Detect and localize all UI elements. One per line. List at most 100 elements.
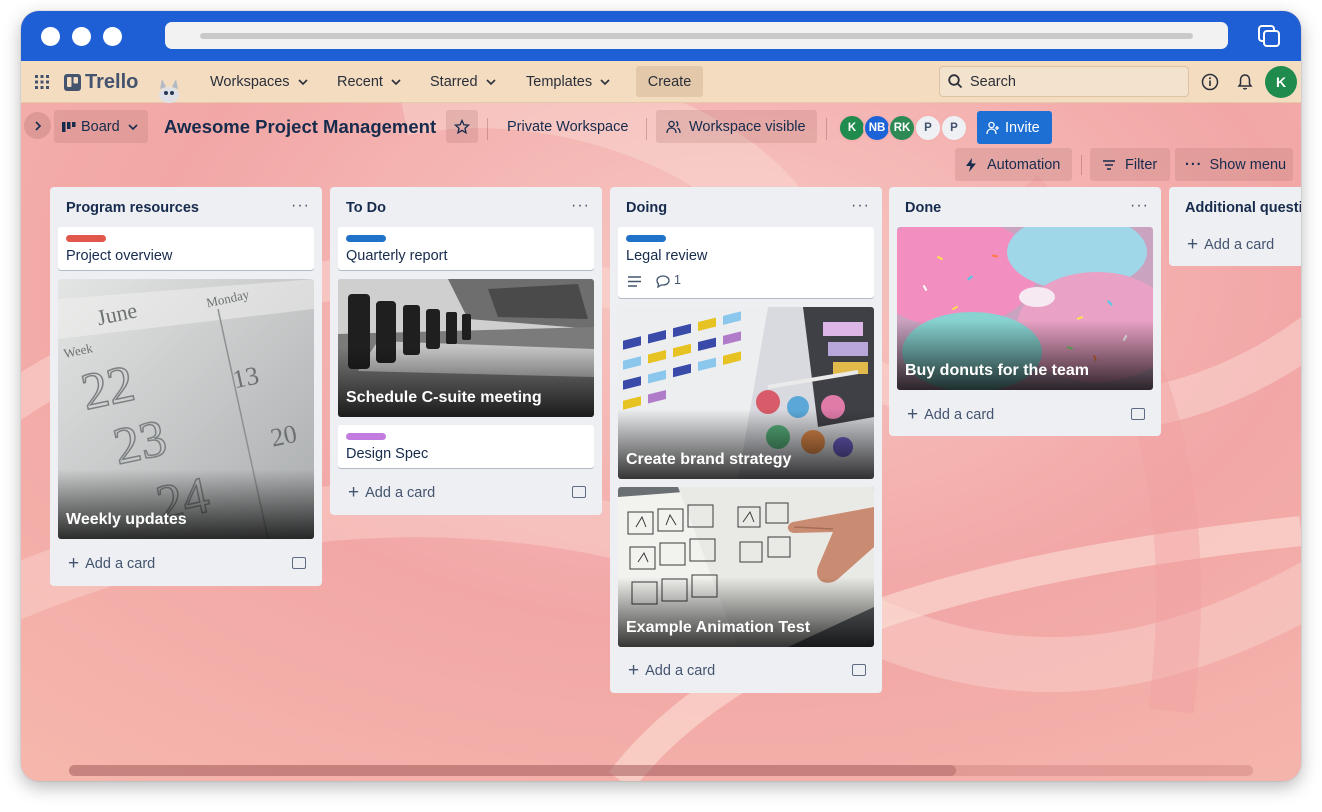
trello-logo-icon: [64, 73, 81, 91]
logo-text: Trello: [85, 70, 139, 93]
card-title: Buy donuts for the team: [905, 362, 1090, 379]
list-title[interactable]: To Do: [346, 200, 386, 216]
card-template-icon[interactable]: [852, 664, 866, 676]
add-card-label: Add a card: [1204, 236, 1275, 253]
automation-button[interactable]: Automation: [955, 148, 1072, 181]
card-template-icon[interactable]: [1131, 408, 1145, 420]
add-card-button[interactable]: + Add a card: [907, 405, 994, 424]
list-menu-icon[interactable]: ···: [571, 197, 590, 215]
nav-templates[interactable]: Templates: [526, 61, 611, 103]
comment-icon: [656, 275, 670, 288]
lightning-icon: [966, 157, 976, 172]
card-template-icon[interactable]: [572, 486, 586, 498]
comment-count: 1: [674, 273, 681, 287]
user-avatar[interactable]: K: [1265, 66, 1297, 98]
list-title[interactable]: Doing: [626, 200, 667, 216]
chevron-down-icon: [485, 79, 496, 86]
card-example-animation-test[interactable]: Example Animation Test: [618, 487, 874, 647]
visibility-label: Workspace visible: [689, 118, 806, 135]
visibility-button[interactable]: Workspace visible: [656, 110, 817, 143]
separator: [826, 118, 827, 140]
member-avatar[interactable]: NB: [863, 114, 891, 142]
list-done: Done ··· Buy donuts for the team + Add a…: [889, 187, 1161, 436]
card-title: Weekly updates: [66, 511, 187, 528]
member-avatar[interactable]: P: [940, 114, 968, 142]
search-icon: [948, 74, 963, 89]
add-card-button[interactable]: + Add a card: [628, 661, 715, 680]
tabs-overview-icon[interactable]: [1257, 24, 1281, 48]
invite-button[interactable]: Invite: [977, 111, 1052, 144]
nav-recent[interactable]: Recent: [337, 61, 402, 103]
list-program-resources: Program resources ··· Project overview 2…: [50, 187, 322, 586]
add-card-label: Add a card: [85, 555, 156, 572]
plus-icon: +: [1187, 234, 1199, 255]
show-menu-button[interactable]: ··· Show menu: [1175, 148, 1293, 181]
people-icon: [666, 120, 681, 133]
list-menu-icon[interactable]: ···: [851, 197, 870, 215]
list-title[interactable]: Additional questi: [1185, 200, 1301, 216]
card-title: Schedule C-suite meeting: [346, 389, 542, 406]
nav-starred-label: Starred: [430, 74, 478, 90]
card-buy-donuts[interactable]: Buy donuts for the team: [897, 227, 1153, 390]
board-view-icon: [62, 121, 76, 132]
list-additional-questions: Additional questi + Add a card: [1169, 187, 1301, 266]
add-card-label: Add a card: [645, 662, 716, 679]
invite-label: Invite: [1005, 119, 1040, 136]
chevron-down-icon: [600, 79, 610, 86]
card-design-spec[interactable]: Design Spec: [338, 425, 594, 468]
separator: [1081, 155, 1082, 175]
search-input[interactable]: Search: [939, 66, 1189, 97]
workspace-name-button[interactable]: Private Workspace: [507, 110, 628, 143]
window-minimize-button[interactable]: [72, 27, 91, 46]
create-button[interactable]: Create: [636, 66, 703, 97]
address-bar[interactable]: [165, 22, 1228, 49]
card-title: Legal review: [626, 248, 708, 264]
list-menu-icon[interactable]: ···: [1130, 197, 1149, 215]
grid-icon[interactable]: [35, 75, 49, 89]
notification-bell-icon[interactable]: [1236, 73, 1254, 91]
card-title: Design Spec: [346, 446, 429, 462]
card-title: Project overview: [66, 248, 173, 264]
list-to-do: To Do ··· Quarterly report Schedule C-su…: [330, 187, 602, 515]
info-icon[interactable]: [1201, 73, 1219, 91]
card-schedule-c-suite-meeting[interactable]: Schedule C-suite meeting: [338, 279, 594, 417]
plus-icon: +: [348, 482, 360, 503]
member-avatar[interactable]: P: [914, 114, 942, 142]
card-weekly-updates[interactable]: 22 23 24 June Week Monday 13 20 Weekly u…: [58, 279, 314, 539]
add-card-button[interactable]: + Add a card: [1187, 235, 1274, 254]
trello-logo[interactable]: Trello: [64, 61, 138, 103]
filter-button[interactable]: Filter: [1090, 148, 1170, 181]
card-label-blue: [346, 235, 386, 242]
card-project-overview[interactable]: Project overview: [58, 227, 314, 270]
list-title[interactable]: Done: [905, 200, 941, 216]
automation-label: Automation: [987, 156, 1061, 173]
window-maximize-button[interactable]: [103, 27, 122, 46]
board-title[interactable]: Awesome Project Management: [164, 110, 436, 143]
app-header: Trello Workspaces Recent Starred Templat…: [21, 61, 1301, 103]
card-create-brand-strategy[interactable]: Create brand strategy: [618, 307, 874, 479]
plus-icon: +: [68, 553, 80, 574]
window-close-button[interactable]: [41, 27, 60, 46]
list-menu-icon[interactable]: ···: [291, 197, 310, 215]
horizontal-scrollbar-thumb[interactable]: [69, 765, 956, 776]
add-card-button[interactable]: + Add a card: [348, 483, 435, 502]
separator: [487, 118, 488, 140]
nav-starred[interactable]: Starred: [430, 61, 497, 103]
board-view-label: Board: [81, 118, 120, 135]
card-legal-review[interactable]: Legal review 1: [618, 227, 874, 298]
card-quarterly-report[interactable]: Quarterly report: [338, 227, 594, 270]
member-avatar[interactable]: RK: [888, 114, 916, 142]
nav-workspaces[interactable]: Workspaces: [210, 61, 309, 103]
card-template-icon[interactable]: [292, 557, 306, 569]
chevron-right-icon: [34, 120, 41, 131]
list-title[interactable]: Program resources: [66, 200, 199, 216]
sidebar-toggle-button[interactable]: [24, 112, 51, 139]
member-avatar[interactable]: K: [838, 114, 866, 142]
show-menu-label: Show menu: [1209, 156, 1287, 173]
board-view-switcher[interactable]: Board: [54, 110, 148, 143]
mascot-icon: [159, 79, 179, 103]
add-card-button[interactable]: + Add a card: [68, 554, 155, 573]
star-board-button[interactable]: [446, 110, 478, 143]
chevron-down-icon: [391, 79, 401, 86]
chevron-down-icon: [128, 123, 138, 130]
